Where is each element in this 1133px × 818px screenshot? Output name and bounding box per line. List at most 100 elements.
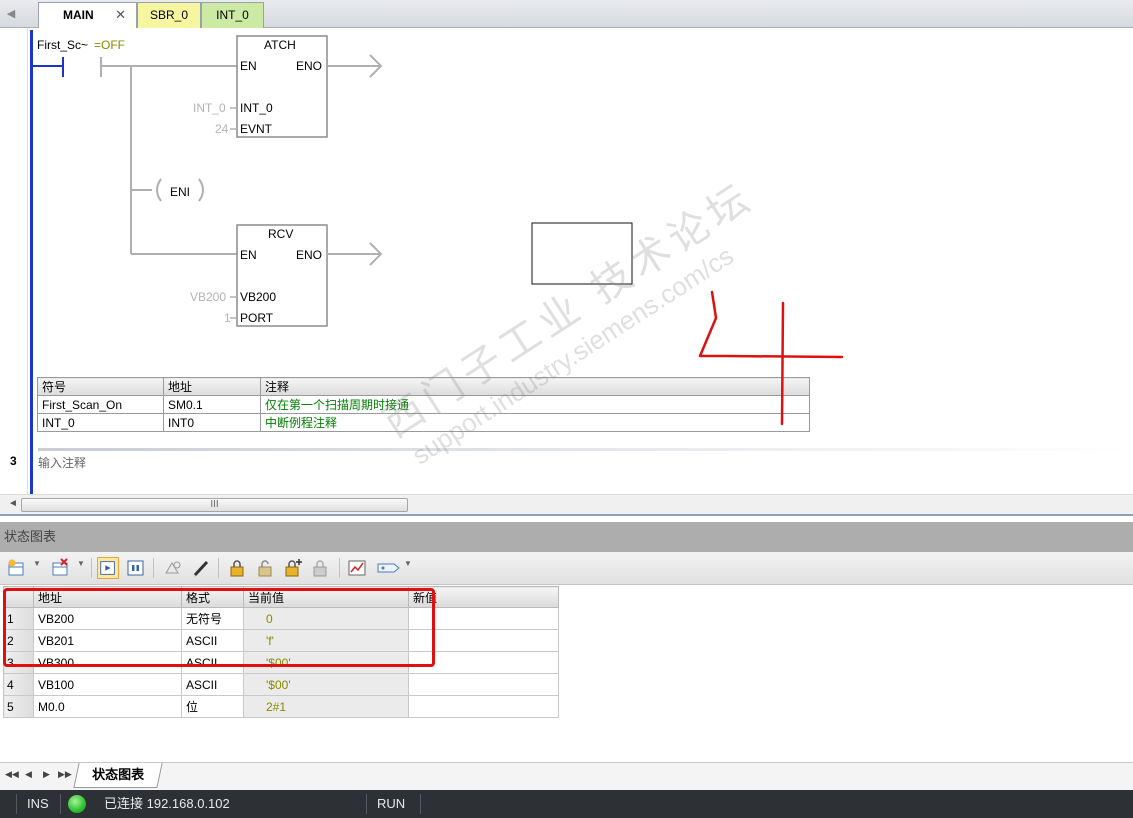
force-lock-icon[interactable] [226,557,248,579]
network-number: 3 [10,454,17,468]
read-once-icon[interactable] [162,557,184,579]
symtab-symbol: INT_0 [37,413,164,432]
sheet-tab-label: 状态图表 [92,767,145,782]
status-chart-panel-title: 状态图表 [0,522,1133,552]
table-row[interactable]: 5 M0.0 位 2#1 [3,695,559,718]
network-symbol-table: 符号 地址 注释 First_Scan_On SM0.1 仅在第一个扫描周期时接… [37,377,810,432]
statusbar-separator [420,794,421,814]
connection-status-text: 已连接 192.168.0.102 [104,796,230,811]
unforce-all-icon[interactable] [282,557,304,579]
status-bar: INS 已连接 192.168.0.102 RUN [0,790,1133,818]
rcv-title: RCV [268,227,294,241]
tab-close-icon[interactable]: ✕ [115,3,126,27]
table-row[interactable]: 4 VB100 ASCII '$00' [3,673,559,696]
address-cell[interactable]: M0.0 [33,695,182,718]
scroll-grip: III [210,499,219,510]
tab-scroll-left-icon[interactable]: ◀ [0,0,22,28]
insert-row-icon[interactable] [6,557,28,579]
rcv-en-pin: EN [240,248,257,262]
write-pencil-icon[interactable] [190,557,212,579]
toolbar-separator [218,558,219,578]
panel-splitter[interactable] [0,514,1133,522]
insert-dropdown-icon[interactable]: ▼ [33,559,41,568]
delete-row-icon[interactable] [50,557,72,579]
network-comment[interactable]: 输入注释 [38,454,86,471]
scroll-left-arrow-icon[interactable]: ◄ [8,498,18,509]
atch-eno-pin: ENO [296,59,323,73]
rcv-port-pin: PORT [240,311,274,325]
statusbar-separator [16,794,17,814]
ladder-editor[interactable]: First_Sc~ =OFF ATCH EN ENO INT_0 INT_0 2… [0,28,1133,494]
sheet-tab-bar: ◀◀ ◀ ▶ ▶▶ 状态图表 [0,762,1133,790]
symtab-symbol: First_Scan_On [37,395,164,414]
row-number[interactable]: 5 [3,695,34,718]
rcv-eno-pin: ENO [296,248,323,262]
unforce-lock-icon[interactable] [254,557,276,579]
current-value-cell: 2#1 [243,695,409,718]
toolbar-separator [339,558,340,578]
empty-box [531,222,633,285]
tab-main[interactable]: MAIN ✕ [38,2,137,28]
tab-sbr-label: SBR_0 [149,8,189,22]
trend-view-icon[interactable] [346,557,368,579]
prev-sheet-icon[interactable]: ◀ [25,769,32,780]
atch-int-value[interactable]: INT_0 [193,101,226,115]
first-sheet-icon[interactable]: ◀◀ [5,769,19,780]
new-value-cell[interactable] [408,695,559,718]
symtab-header-address: 地址 [163,377,261,396]
format-cell[interactable]: ASCII [181,673,244,696]
tab-int-0[interactable]: INT_0 [201,2,264,28]
symtab-address: SM0.1 [163,395,261,414]
contact-state-label: =OFF [94,38,126,52]
insert-mode-indicator: INS [27,796,49,811]
plc-run-state: RUN [377,796,406,811]
symtab-comment: 仅在第一个扫描周期时接通 [260,395,810,414]
symtab-comment: 中断例程注释 [260,413,810,432]
editor-horizontal-scrollbar[interactable]: ◄ III [0,494,1133,514]
atch-evnt-value[interactable]: 24 [215,122,228,136]
next-sheet-icon[interactable]: ▶ [43,769,50,780]
rcv-port-value[interactable]: 1 [224,311,231,325]
tag-dropdown-icon[interactable]: ▼ [404,559,412,568]
first-scan-contact[interactable] [33,57,237,77]
tab-int-label: INT_0 [216,8,249,22]
new-value-cell[interactable] [408,673,559,696]
last-sheet-icon[interactable]: ▶▶ [58,769,72,780]
scroll-thumb[interactable]: III [21,498,408,512]
network-separator [38,448,1133,451]
toolbar-separator [91,558,92,578]
tab-sbr-0[interactable]: SBR_0 [137,2,201,28]
atch-evnt-pin: EVNT [240,122,273,136]
atch-int-pin: INT_0 [240,101,273,115]
tag-label-icon[interactable] [375,557,401,579]
current-value-cell: '$00' [243,673,409,696]
statusbar-separator [60,794,61,814]
symtab-row: INT_0 INT0 中断例程注释 [37,413,810,432]
atch-title: ATCH [264,38,296,52]
symtab-address: INT0 [163,413,261,432]
delete-dropdown-icon[interactable]: ▼ [77,559,85,568]
red-highlight-annotation [3,588,435,667]
atch-en-pin: EN [240,59,257,73]
network-3[interactable]: 3 输入注释 [0,448,1133,494]
read-forced-icon[interactable] [310,557,332,579]
tab-main-label: MAIN [63,8,94,22]
connection-status-icon [68,795,86,813]
format-cell[interactable]: 位 [181,695,244,718]
editor-tab-bar: ◀ MAIN ✕ SBR_0 INT_0 [0,0,1133,28]
rcv-buffer-value[interactable]: VB200 [190,290,226,304]
chart-monitor-icon[interactable] [97,557,119,579]
symtab-header-symbol: 符号 [37,377,164,396]
app-window: ◀ MAIN ✕ SBR_0 INT_0 First_Sc~ =OFF ATCH… [0,0,1133,818]
contact-symbol-label: First_Sc~ [37,38,89,52]
address-cell[interactable]: VB100 [33,673,182,696]
pause-trend-icon[interactable] [125,557,147,579]
row-number[interactable]: 4 [3,673,34,696]
toolbar-separator [153,558,154,578]
statusbar-separator [366,794,367,814]
rcv-buffer-pin: VB200 [240,290,277,304]
status-chart-toolbar: ▼ ▼ ▼ [0,552,1133,585]
symtab-row: First_Scan_On SM0.1 仅在第一个扫描周期时接通 [37,395,810,414]
tab-status-chart[interactable]: 状态图表 [73,763,163,788]
symtab-header-comment: 注释 [260,377,810,396]
